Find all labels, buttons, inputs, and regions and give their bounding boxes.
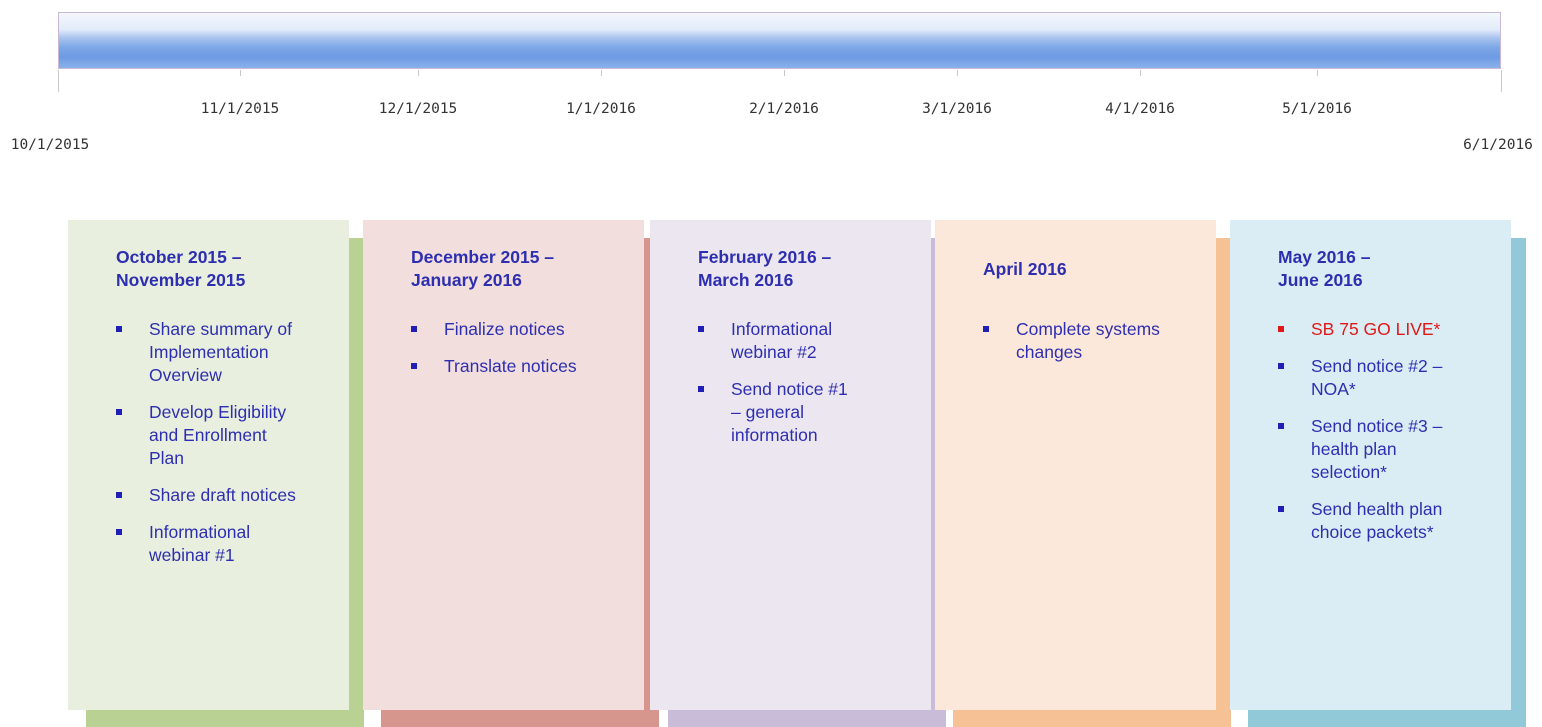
timeline-tick-label: 10/1/2015 [10,137,90,153]
phase-title: October 2015 – November 2015 [116,246,349,292]
square-bullet-icon [411,363,417,369]
phase-task-item: Informational webinar #1 [116,521,306,567]
square-bullet-icon [1278,506,1284,512]
timeline-tick [784,70,785,76]
phase-card: October 2015 – November 2015 Share summary… [68,220,349,710]
square-bullet-icon [983,326,989,332]
phase-task-text: Informational webinar #1 [149,522,251,565]
timeline-tick-label: 4/1/2016 [1105,101,1175,117]
phase-title: February 2016 – March 2016 [698,246,931,292]
phase-task-item: Share summary of Implementation Overview [116,318,306,387]
phase-task-list: Finalize notices Translate notices [411,318,591,378]
phase-title-line1: December 2015 – [411,247,555,267]
phase-task-text: Finalize notices [444,319,565,339]
square-bullet-icon [1278,363,1284,369]
phase-task-text: Send notice #1 – general information [731,379,848,445]
phase-task-list: Share summary of Implementation Overview… [116,318,306,567]
phase-task-text: Send health plan choice packets* [1311,499,1443,542]
phase-title-line1: February 2016 – [698,247,832,267]
phase-task-item: Send health plan choice packets* [1278,498,1458,544]
phase-task-item: SB 75 GO LIVE* [1278,318,1458,341]
timeline-tick [1317,70,1318,76]
phase-task-text: Informational webinar #2 [731,319,833,362]
timeline-tick-label: 2/1/2016 [749,101,819,117]
phase-title-line2: January 2016 [411,270,522,290]
square-bullet-icon [1278,423,1284,429]
square-bullet-icon [411,326,417,332]
square-bullet-icon [116,409,122,415]
square-bullet-icon [1278,326,1284,332]
timeline-tick [240,70,241,76]
phase-task-text: Complete systems changes [1016,319,1160,362]
square-bullet-icon [116,492,122,498]
phase-task-item: Translate notices [411,355,591,378]
timeline-tick-label: 11/1/2015 [200,101,280,117]
phase-card: May 2016 – June 2016 SB 75 GO LIVE* Send no… [1230,220,1511,710]
phase-card: April 2016 Complete systems changes [935,220,1216,710]
timeline-tick-label: 1/1/2016 [566,101,636,117]
phase-title: December 2015 – January 2016 [411,246,644,292]
phase-task-item: Send notice #2 – NOA* [1278,355,1458,401]
phase-task-text: Share draft notices [149,485,296,505]
phase-card: February 2016 – March 2016 Informational w… [650,220,931,710]
phase-task-list: Informational webinar #2 Send notice #1 –… [698,318,858,447]
square-bullet-icon [116,529,122,535]
phase-title-line1: April 2016 [983,258,1067,279]
phase-title-line1: May 2016 – [1278,247,1371,267]
phase-task-item: Share draft notices [116,484,306,507]
phase-task-text: SB 75 GO LIVE* [1311,319,1441,339]
timeline-tick [418,70,419,76]
phase-title: April 2016 [983,246,1216,292]
timeline-tick [601,70,602,76]
timeline-tick [1501,70,1502,92]
phase-task-text: Send notice #2 – NOA* [1311,356,1443,399]
timeline-tick-label: 6/1/2016 [1463,137,1533,153]
phase-task-text: Translate notices [444,356,577,376]
phase-task-list: SB 75 GO LIVE* Send notice #2 – NOA* Send … [1278,318,1458,544]
square-bullet-icon [698,386,704,392]
phase-card: December 2015 – January 2016 Finalize noti… [363,220,644,710]
phase-task-item: Informational webinar #2 [698,318,858,364]
phase-task-item: Complete systems changes [983,318,1163,364]
timeline-bar [58,12,1501,69]
phase-task-item: Send notice #1 – general information [698,378,858,447]
timeline-tick [58,70,59,92]
phase-title-line1: October 2015 – [116,247,242,267]
timeline-tick [957,70,958,76]
timeline-tick [1140,70,1141,76]
phase-task-text: Send notice #3 – health plan selection* [1311,416,1443,482]
phase-task-list: Complete systems changes [983,318,1163,364]
phase-title: May 2016 – June 2016 [1278,246,1511,292]
phase-title-line2: June 2016 [1278,270,1363,290]
timeline-tick-label: 3/1/2016 [922,101,992,117]
phase-task-text: Develop Eligibility and Enrollment Plan [149,402,287,468]
phase-title-line2: March 2016 [698,270,794,290]
timeline-tick-label: 12/1/2015 [378,101,458,117]
phase-task-text: Share summary of Implementation Overview [149,319,292,385]
phase-task-item: Develop Eligibility and Enrollment Plan [116,401,306,470]
phase-title-line2: November 2015 [116,270,246,290]
phase-task-item: Send notice #3 – health plan selection* [1278,415,1458,484]
timeline-tick-label: 5/1/2016 [1282,101,1352,117]
square-bullet-icon [116,326,122,332]
phase-task-item: Finalize notices [411,318,591,341]
square-bullet-icon [698,326,704,332]
